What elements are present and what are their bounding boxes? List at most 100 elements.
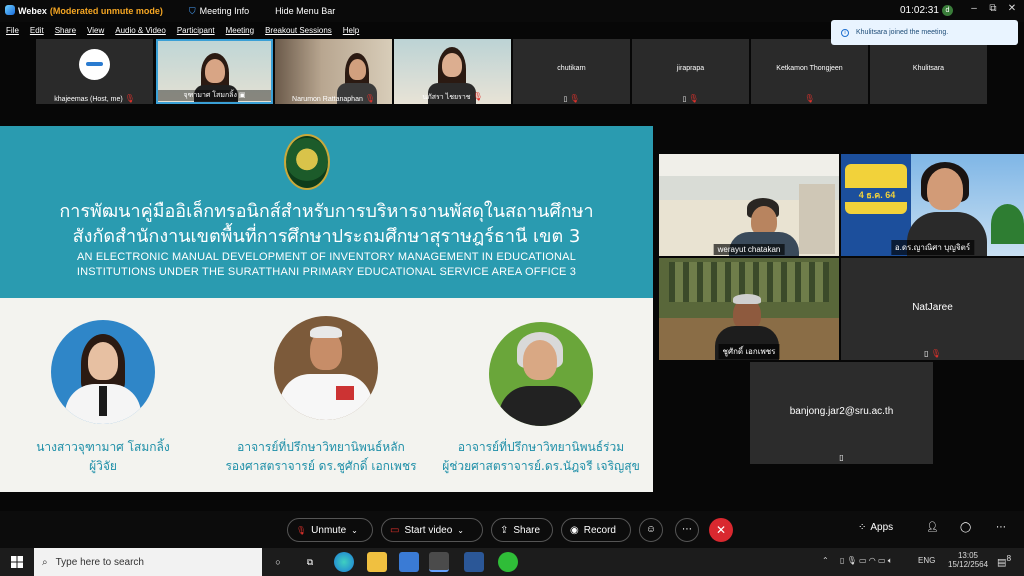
participant-tile-active-speaker[interactable]: จุฑามาศ โสมกลิ้ง ▣ [156, 39, 273, 104]
participant-tile-khulitsara[interactable]: Khulitsara [870, 39, 987, 104]
participant-name: นภัสรา ไชยราช [422, 94, 471, 101]
menu-audio-video[interactable]: Audio & Video [115, 26, 166, 35]
slide-title-english-line2: INSTITUTIONS UNDER THE SURATTHANI PRIMAR… [76, 266, 577, 278]
app-name: Webex [18, 6, 47, 16]
participant-tile-narumon[interactable]: Narumon Rattanaphan 🎙︎ [275, 39, 392, 104]
slide-title-thai-line2: สังกัดสำนักงานเขตพื้นที่การศึกษาประถมศึก… [72, 226, 581, 247]
chevron-down-icon: ⌄ [351, 525, 358, 535]
mic-muted-icon: 🎙︎ [569, 94, 580, 103]
participant-name: Narumon Rattanaphan [292, 96, 363, 103]
mic-muted-icon: 🎙︎ [930, 349, 941, 358]
record-button[interactable]: ◉ Record [561, 518, 631, 542]
more-icon[interactable]: ⋯ [996, 522, 1006, 533]
join-notification-toast[interactable]: i Khulitsara joined the meeting. [831, 20, 1018, 45]
restore-button[interactable]: ⧉ [985, 3, 1001, 17]
notification-count: 8 [1006, 553, 1012, 563]
edge-icon[interactable] [334, 552, 354, 572]
search-placeholder: Type here to search [55, 556, 144, 568]
menu-bar: File Edit Share View Audio & Video Parti… [0, 22, 359, 38]
menu-view[interactable]: View [87, 26, 104, 35]
close-window-button[interactable]: ✕ [1004, 3, 1020, 17]
share-label: Share [513, 524, 541, 536]
video-tile-chusak[interactable]: ชูศักดิ์ เอกเพชร [659, 258, 839, 360]
unmute-button[interactable]: 🎙︎ Unmute ⌄ [287, 518, 373, 542]
reactions-icon[interactable]: ☺ [639, 518, 663, 542]
researcher-photo [51, 320, 155, 424]
language-indicator[interactable]: ENG [918, 556, 935, 565]
windows-start-button[interactable] [0, 548, 34, 576]
windows-taskbar: ⌕ Type here to search ○ ⧉ ⌃ ▯ 🎙︎ ▭ ◠ ▭ 🔈… [0, 548, 1024, 576]
minimize-button[interactable]: – [966, 3, 982, 17]
menu-edit[interactable]: Edit [30, 26, 44, 35]
file-explorer-icon[interactable] [367, 552, 387, 572]
video-tile-werayut[interactable]: werayut chatakan [659, 154, 839, 256]
apps-label: Apps [870, 522, 894, 533]
title-bar: Webex (Moderated unmute mode) ⛉ Meeting … [0, 0, 1024, 22]
phone-icon: ▯ [563, 96, 568, 103]
participant-name: Khulitsara [912, 65, 945, 72]
main-advisor-photo [274, 316, 378, 420]
line-app-icon[interactable] [498, 552, 518, 572]
participant-tile-napatsara[interactable]: นภัสรา ไชยราช 🎙︎ [394, 39, 511, 104]
record-label: Record [583, 524, 616, 536]
video-tile-natjaree[interactable]: NatJaree ▯ 🎙︎ [841, 258, 1024, 360]
apps-icon: ⁘ [858, 522, 867, 533]
webex-logo-icon [5, 5, 15, 15]
university-seal-icon [284, 134, 330, 190]
more-options-icon[interactable]: ⋯ [675, 518, 699, 542]
shared-content-slide: การพัฒนาคู่มืออิเล็กทรอนิกส์สำหรับการบริ… [0, 126, 653, 492]
clock-time: 13:05 [957, 551, 979, 560]
meeting-timer: 01:02:31 [900, 5, 939, 16]
participant-name: อ.ดร.ญาณิศา บุญจิตร์ [890, 240, 975, 255]
start-video-button[interactable]: ▭ Start video ⌄ [381, 518, 483, 542]
webex-taskbar-icon[interactable] [429, 552, 449, 572]
meeting-info-button[interactable]: ⛉ Meeting Info [189, 6, 249, 17]
cortana-icon[interactable]: ○ [268, 552, 288, 572]
phone-icon: ▯ [682, 96, 687, 103]
menu-breakout-sessions[interactable]: Breakout Sessions [265, 26, 332, 35]
share-icon: ⇪ [500, 524, 509, 536]
windows-logo-icon [11, 556, 23, 568]
word-icon[interactable] [464, 552, 484, 572]
hide-menu-bar-button[interactable]: Hide Menu Bar [275, 6, 335, 16]
shield-icon: ⛉ [188, 5, 196, 16]
apps-button[interactable]: ⁘ Apps [858, 522, 893, 533]
participant-tile-host[interactable]: khajeemas (Host, me) 🎙︎ [36, 39, 153, 104]
mic-muted-icon: 🎙︎ [296, 525, 307, 535]
menu-meeting[interactable]: Meeting [226, 26, 254, 35]
chat-icon[interactable]: ◯ [960, 522, 971, 533]
unmute-label: Unmute [311, 524, 347, 536]
leave-meeting-button[interactable]: ✕ [709, 518, 733, 542]
video-off-icon: ▭ [390, 524, 400, 536]
clock-date: 15/12/2564 [948, 560, 989, 569]
task-view-icon[interactable]: ⧉ [300, 552, 320, 572]
participant-tile-chutikarn[interactable]: chutikarn ▯ 🎙︎ [513, 39, 630, 104]
menu-file[interactable]: File [6, 26, 19, 35]
participant-tile-ketkamon[interactable]: Ketkamon Thongjeen 🎙︎ [751, 39, 868, 104]
menu-share[interactable]: Share [55, 26, 76, 35]
meeting-control-bar: 🎙︎ Unmute ⌄ ▭ Start video ⌄ ⇪ Share ◉ Re… [0, 511, 1024, 548]
share-button[interactable]: ⇪ Share [491, 518, 553, 542]
connection-status-icon: d [942, 5, 953, 16]
poster-date-text: 4 ธ.ค. 64 [845, 188, 909, 202]
participant-name: khajeemas (Host, me) [54, 96, 123, 103]
participant-tile-jiraprapa[interactable]: jiraprapa ▯ 🎙︎ [632, 39, 749, 104]
slide-title-english-line1: AN ELECTRONIC MANUAL DEVELOPMENT OF INVE… [76, 251, 577, 263]
participant-name: jiraprapa [676, 65, 705, 72]
participants-icon[interactable]: 👤︎ [926, 522, 939, 533]
tray-icons[interactable]: ▯ 🎙︎ ▭ ◠ ▭ 🔈︎ [840, 556, 893, 566]
video-tile-yanisa[interactable]: 4 ธ.ค. 64 อ.ดร.ญาณิศา บุญจิตร์ [841, 154, 1024, 256]
main-advisor-role: อาจารย์ที่ปรึกษาวิทยานิพนธ์หลัก [237, 440, 405, 454]
taskbar-search-input[interactable]: ⌕ Type here to search [34, 548, 262, 576]
tray-overflow-icon[interactable]: ⌃ [822, 556, 829, 565]
clock-area[interactable]: 13:05 15/12/2564 [948, 551, 988, 569]
notification-center-icon[interactable]: ▤8 [997, 553, 1011, 568]
menu-help[interactable]: Help [343, 26, 359, 35]
menu-participant[interactable]: Participant [177, 26, 215, 35]
participant-name: Ketkamon Thongjeen [776, 65, 843, 72]
video-tile-banjong[interactable]: banjong.jar2@sru.ac.th ▯ [750, 362, 933, 464]
mic-muted-icon: 🎙︎ [124, 94, 135, 103]
webex-window: Webex (Moderated unmute mode) ⛉ Meeting … [0, 0, 1024, 576]
store-icon[interactable] [399, 552, 419, 572]
chevron-down-icon: ⌄ [457, 525, 464, 535]
